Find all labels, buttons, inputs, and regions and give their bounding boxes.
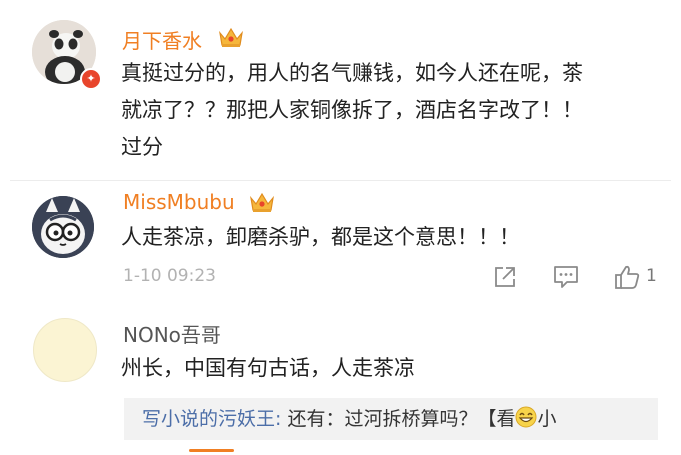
avatar-missmbubu[interactable] — [32, 196, 94, 258]
comment-divider — [10, 180, 671, 181]
comment-text: 真挺过分的，用人的名气赚钱，如今人还在呢，茶 就凉了？？那把人家铜像拆了，酒店名… — [121, 55, 583, 166]
comment-timestamp: 1-10 09:23 — [123, 266, 216, 286]
reply-author[interactable]: 写小说的污妖王: — [142, 408, 281, 430]
comment-username[interactable]: MissMbubu — [123, 190, 235, 214]
reply-preview[interactable]: 写小说的污妖王: 还有：过河拆桥算吗？【看 小 — [124, 398, 658, 440]
like-icon[interactable] — [613, 264, 641, 290]
comment-text: 人走茶凉，卸磨杀驴，都是这个意思！！！ — [121, 225, 520, 249]
comment-icon[interactable] — [552, 264, 580, 290]
smile-emoji-icon — [515, 406, 537, 428]
comment-text-line: 真挺过分的，用人的名气赚钱，如今人还在呢，茶 — [121, 61, 583, 85]
reply-text: 还有：过河拆桥算吗？【看 — [287, 408, 516, 430]
v-badge-icon: ✦ — [80, 68, 102, 90]
comment-text: 州长，中国有句古话，人走茶凉 — [121, 356, 415, 380]
comment-text-line: 就凉了？？那把人家铜像拆了，酒店名字改了！！ — [121, 98, 583, 122]
comment-text-line: 过分 — [121, 135, 163, 159]
avatar-nono[interactable] — [33, 318, 97, 382]
crown-icon — [250, 192, 274, 212]
crown-icon — [219, 27, 243, 47]
comment-username[interactable]: NONo吾哥 — [123, 319, 221, 348]
reply-line: 写小说的污妖王: 还有：过河拆桥算吗？【看 小 — [142, 404, 556, 431]
reply-text-tail: 小 — [537, 408, 557, 430]
share-icon[interactable] — [492, 264, 518, 290]
like-count: 1 — [646, 266, 657, 286]
scroll-indicator — [189, 449, 234, 452]
comment-username[interactable]: 月下香水 — [122, 25, 202, 54]
